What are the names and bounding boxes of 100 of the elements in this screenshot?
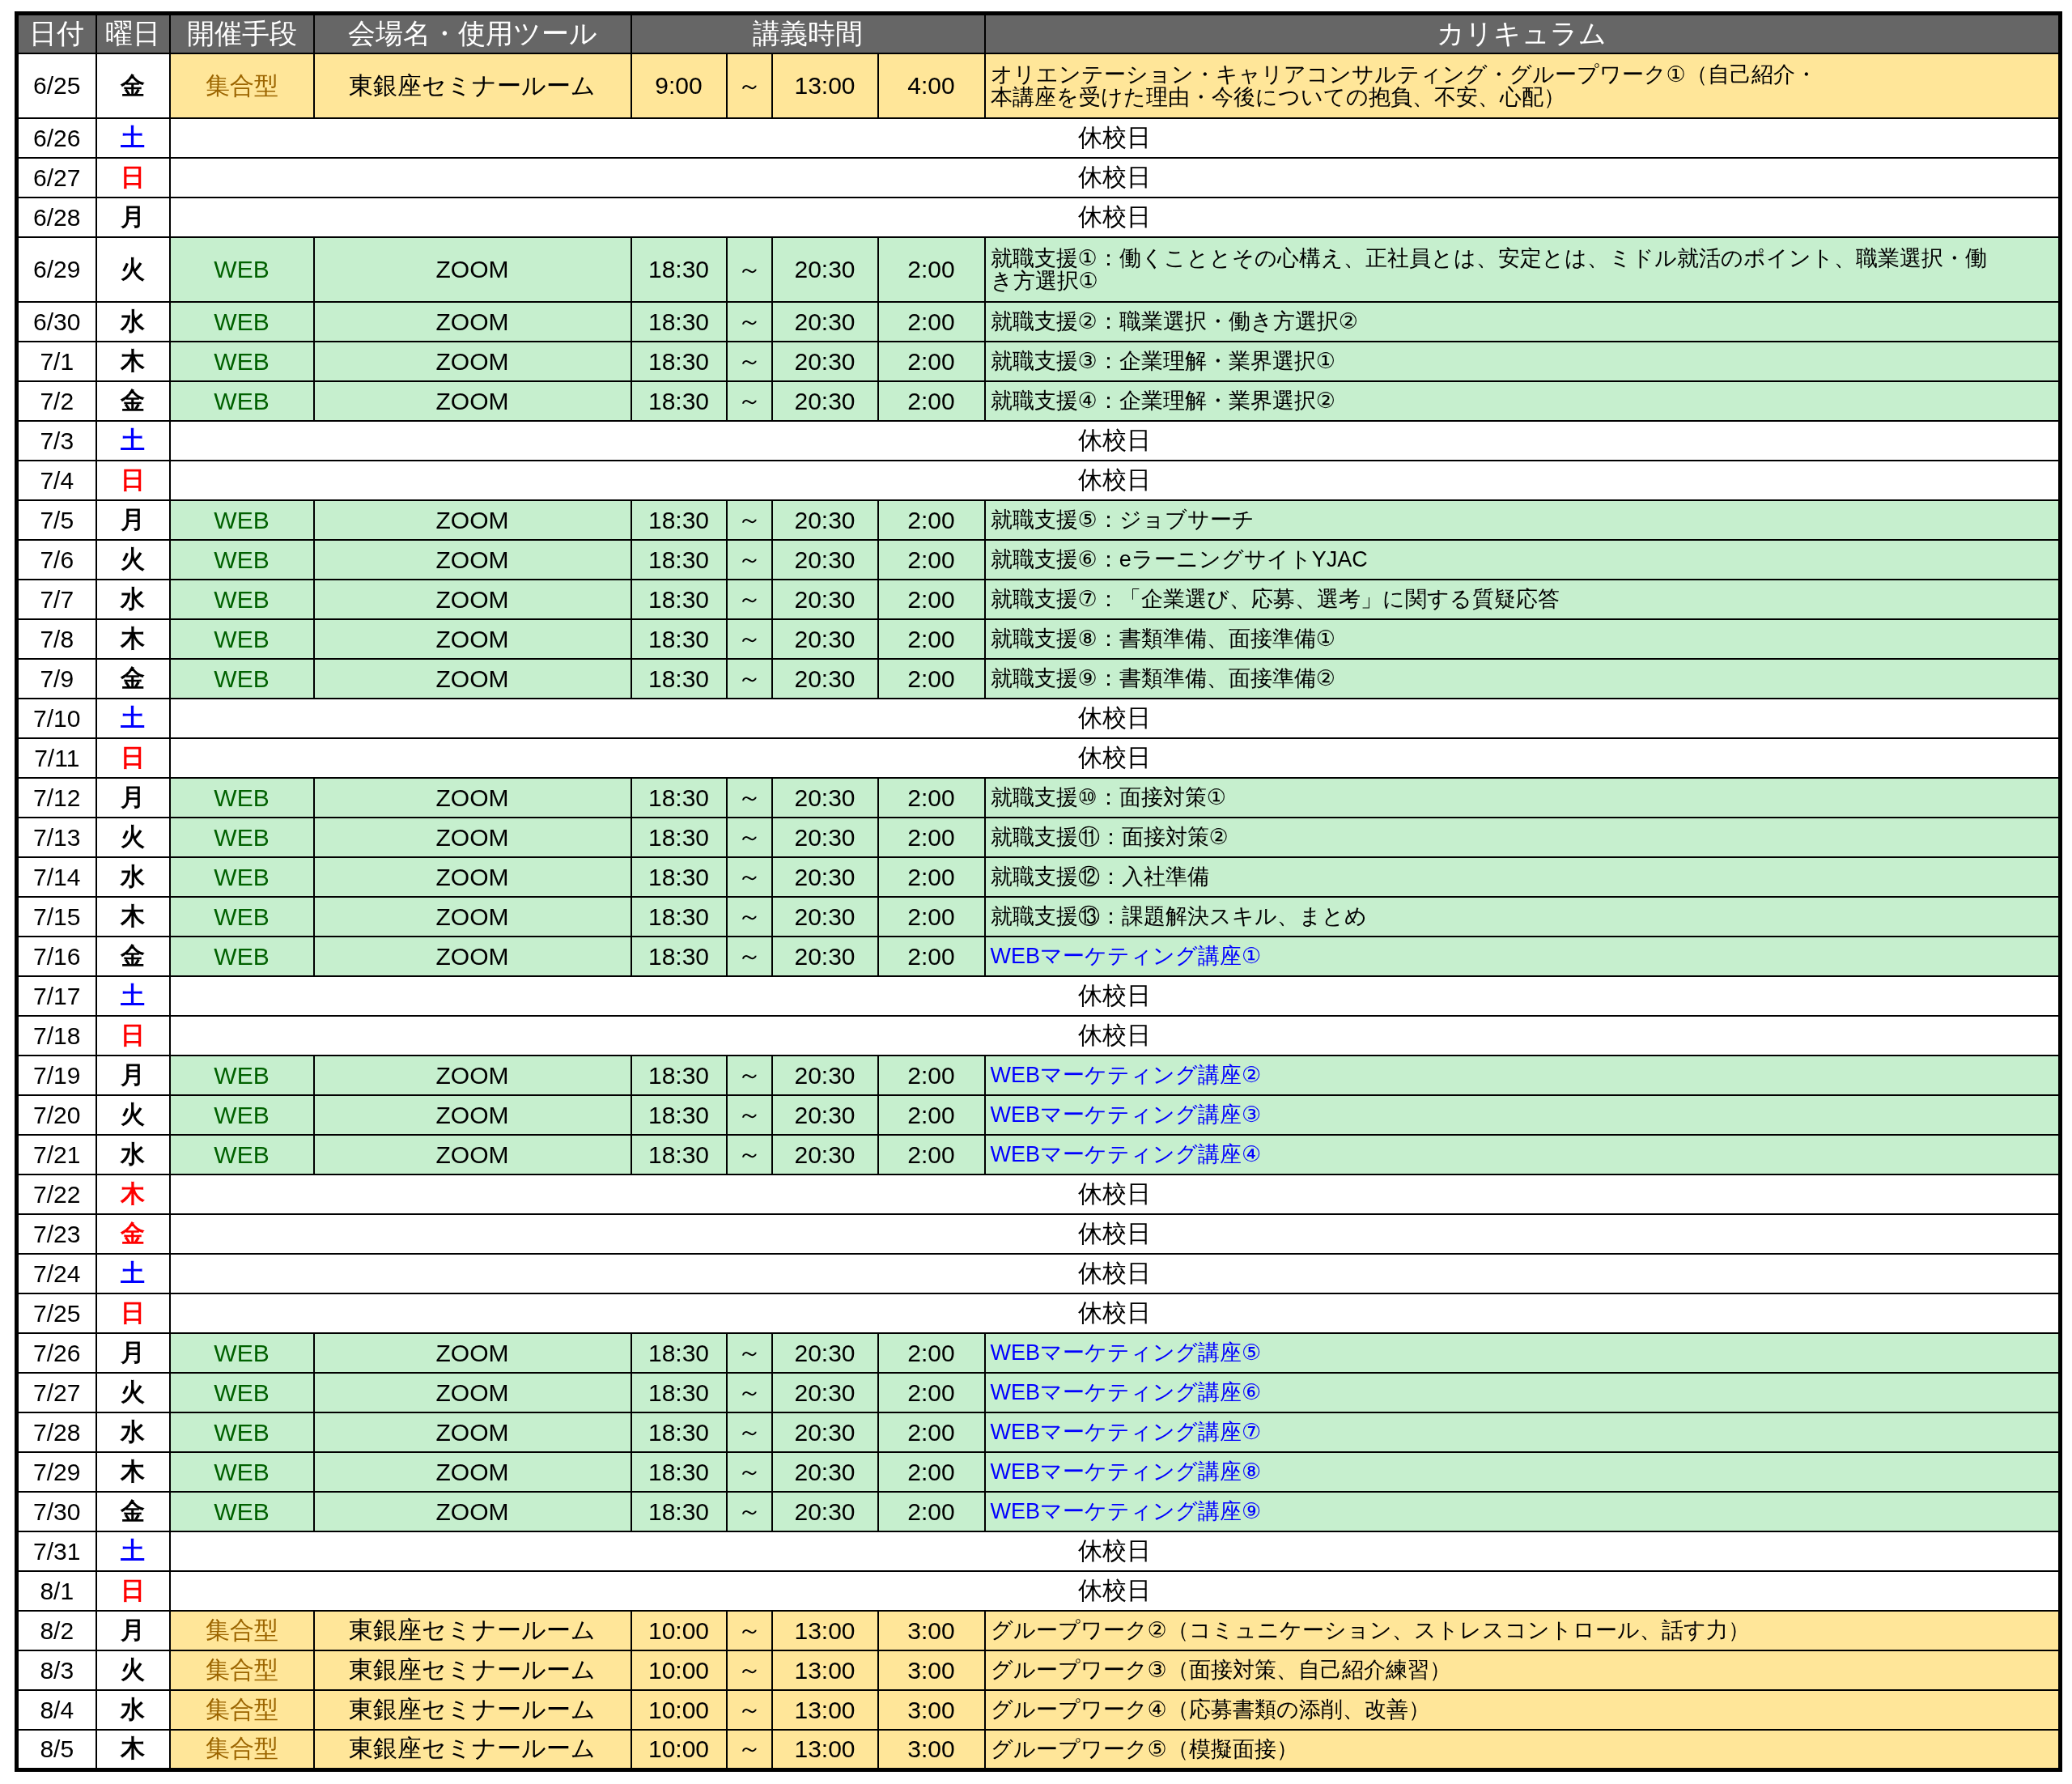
weekday-cell: 水	[96, 580, 170, 619]
end-time-cell: 20:30	[771, 619, 878, 659]
tilde-cell: ～	[726, 53, 772, 118]
mode-cell: 集合型	[169, 1690, 314, 1730]
weekday-cell: 日	[96, 1293, 170, 1333]
start-time-cell: 18:30	[631, 818, 727, 857]
mode-cell: WEB	[169, 302, 314, 342]
duration-cell: 2:00	[877, 1492, 985, 1531]
weekday-cell: 火	[96, 818, 170, 857]
mode-cell: WEB	[169, 237, 314, 302]
date-cell: 7/6	[16, 540, 96, 580]
weekday-cell: 金	[96, 1214, 170, 1254]
venue-cell: ZOOM	[313, 1452, 631, 1492]
date-cell: 7/12	[16, 778, 96, 818]
duration-cell: 2:00	[877, 778, 985, 818]
closed-day-cell: 休校日	[169, 976, 2061, 1016]
tilde-cell: ～	[726, 857, 772, 897]
weekday-cell: 木	[96, 1174, 170, 1214]
duration-cell: 2:00	[877, 659, 985, 699]
weekday-cell: 日	[96, 158, 170, 198]
curriculum-cell: WEBマーケティング講座⑧	[984, 1452, 2061, 1492]
end-time-cell: 20:30	[771, 302, 878, 342]
weekday-cell: 日	[96, 461, 170, 500]
column-header: 曜日	[96, 13, 170, 53]
start-time-cell: 10:00	[631, 1650, 727, 1690]
venue-cell: 東銀座セミナールーム	[313, 1730, 631, 1769]
weekday-cell: 火	[96, 1650, 170, 1690]
end-time-cell: 20:30	[771, 1095, 878, 1135]
start-time-cell: 18:30	[631, 1333, 727, 1373]
closed-day-cell: 休校日	[169, 118, 2061, 158]
weekday-cell: 水	[96, 857, 170, 897]
mode-cell: WEB	[169, 897, 314, 937]
start-time-cell: 18:30	[631, 1492, 727, 1531]
start-time-cell: 18:30	[631, 937, 727, 976]
date-cell: 8/3	[16, 1650, 96, 1690]
mode-cell: WEB	[169, 1412, 314, 1452]
duration-cell: 2:00	[877, 1333, 985, 1373]
date-cell: 7/7	[16, 580, 96, 619]
date-cell: 7/18	[16, 1016, 96, 1056]
duration-cell: 3:00	[877, 1611, 985, 1650]
end-time-cell: 13:00	[771, 1690, 878, 1730]
duration-cell: 2:00	[877, 1452, 985, 1492]
tilde-cell: ～	[726, 1730, 772, 1769]
weekday-cell: 土	[96, 118, 170, 158]
tilde-cell: ～	[726, 778, 772, 818]
tilde-cell: ～	[726, 381, 772, 421]
date-cell: 6/30	[16, 302, 96, 342]
date-cell: 7/1	[16, 342, 96, 381]
weekday-cell: 土	[96, 699, 170, 738]
venue-cell: ZOOM	[313, 1056, 631, 1095]
venue-cell: ZOOM	[313, 897, 631, 937]
date-cell: 7/4	[16, 461, 96, 500]
date-cell: 7/2	[16, 381, 96, 421]
weekday-cell: 月	[96, 778, 170, 818]
end-time-cell: 13:00	[771, 53, 878, 118]
venue-cell: ZOOM	[313, 619, 631, 659]
tilde-cell: ～	[726, 1452, 772, 1492]
date-cell: 7/8	[16, 619, 96, 659]
weekday-cell: 金	[96, 937, 170, 976]
date-cell: 6/25	[16, 53, 96, 118]
column-header: 日付	[16, 13, 96, 53]
weekday-cell: 火	[96, 1373, 170, 1412]
date-cell: 7/28	[16, 1412, 96, 1452]
start-time-cell: 18:30	[631, 778, 727, 818]
curriculum-cell: グループワーク④（応募書類の添削、改善）	[984, 1690, 2061, 1730]
closed-day-cell: 休校日	[169, 158, 2061, 198]
weekday-cell: 土	[96, 976, 170, 1016]
curriculum-cell: 就職支援⑧：書類準備、面接準備①	[984, 619, 2061, 659]
weekday-cell: 土	[96, 1531, 170, 1571]
weekday-cell: 金	[96, 381, 170, 421]
tilde-cell: ～	[726, 1373, 772, 1412]
start-time-cell: 10:00	[631, 1611, 727, 1650]
end-time-cell: 20:30	[771, 1373, 878, 1412]
venue-cell: 東銀座セミナールーム	[313, 1690, 631, 1730]
curriculum-cell: 就職支援⑤：ジョブサーチ	[984, 500, 2061, 540]
duration-cell: 2:00	[877, 619, 985, 659]
mode-cell: WEB	[169, 1135, 314, 1174]
end-time-cell: 20:30	[771, 500, 878, 540]
tilde-cell: ～	[726, 897, 772, 937]
end-time-cell: 20:30	[771, 1135, 878, 1174]
date-cell: 7/27	[16, 1373, 96, 1412]
end-time-cell: 20:30	[771, 818, 878, 857]
closed-day-cell: 休校日	[169, 1571, 2061, 1611]
mode-cell: WEB	[169, 381, 314, 421]
venue-cell: ZOOM	[313, 500, 631, 540]
date-cell: 6/28	[16, 198, 96, 237]
weekday-cell: 月	[96, 1611, 170, 1650]
start-time-cell: 18:30	[631, 1373, 727, 1412]
date-cell: 7/19	[16, 1056, 96, 1095]
closed-day-cell: 休校日	[169, 1531, 2061, 1571]
date-cell: 6/27	[16, 158, 96, 198]
venue-cell: ZOOM	[313, 381, 631, 421]
duration-cell: 2:00	[877, 1135, 985, 1174]
tilde-cell: ～	[726, 500, 772, 540]
start-time-cell: 10:00	[631, 1730, 727, 1769]
end-time-cell: 20:30	[771, 1056, 878, 1095]
tilde-cell: ～	[726, 302, 772, 342]
start-time-cell: 18:30	[631, 302, 727, 342]
date-cell: 7/20	[16, 1095, 96, 1135]
tilde-cell: ～	[726, 237, 772, 302]
